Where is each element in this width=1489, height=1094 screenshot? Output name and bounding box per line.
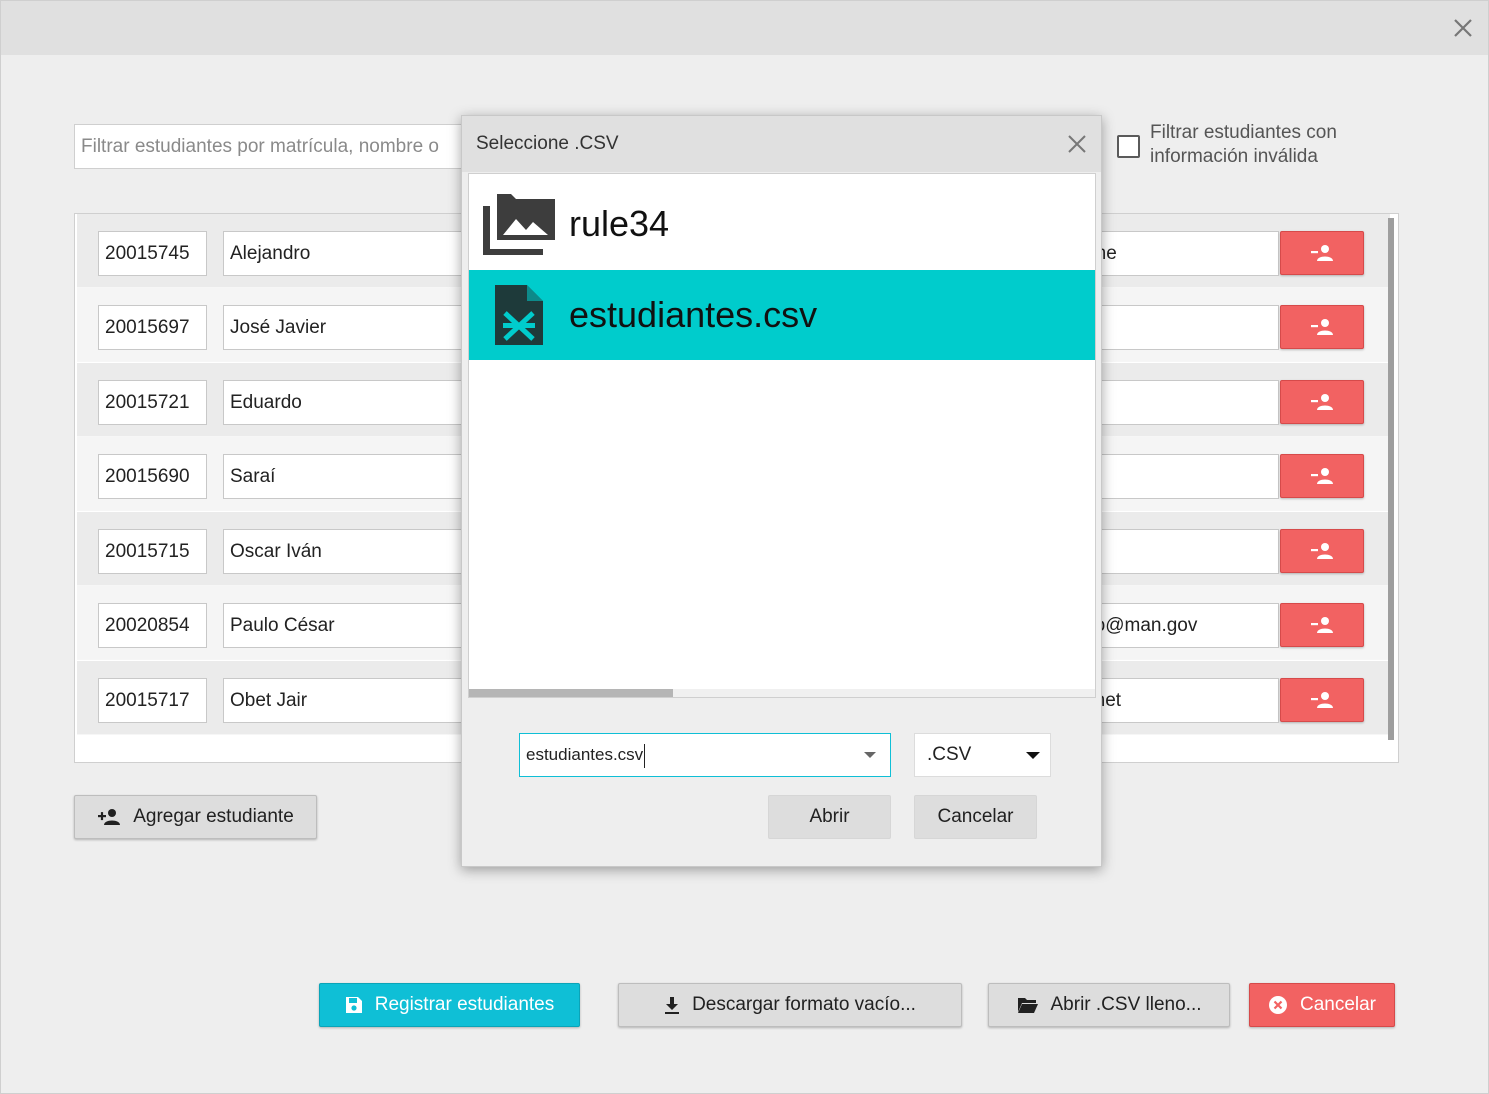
invalid-filter-label: Filtrar estudiantes con información invá…	[1150, 122, 1337, 167]
open-csv-button[interactable]: Abrir .CSV lleno...	[988, 983, 1230, 1027]
student-id-field[interactable]: 20015721	[98, 380, 207, 425]
remove-person-icon	[1311, 692, 1333, 708]
remove-student-button[interactable]	[1280, 529, 1364, 573]
invalid-filter[interactable]: Filtrar estudiantes con información invá…	[1117, 121, 1380, 169]
student-name-field[interactable]: Oscar Iván	[223, 529, 483, 574]
open-label: Abrir	[809, 806, 850, 827]
dialog-close-icon[interactable]	[1067, 134, 1087, 154]
filename-value: estudiantes.csv	[526, 745, 644, 764]
remove-person-icon	[1311, 245, 1333, 261]
student-name-field[interactable]: Eduardo	[223, 380, 483, 425]
horizontal-scrollbar[interactable]	[469, 689, 1095, 697]
remove-person-icon	[1311, 543, 1333, 559]
filename-input[interactable]: estudiantes.csv	[519, 733, 891, 777]
remove-student-button[interactable]	[1280, 380, 1364, 424]
download-template-label: Descargar formato vacío...	[692, 994, 916, 1015]
student-id-field[interactable]: 20015745	[98, 231, 207, 276]
student-id-field[interactable]: 20015717	[98, 678, 207, 723]
remove-student-button[interactable]	[1280, 454, 1364, 498]
file-chooser-dialog: Seleccione .CSV rule34 estudiantes.csv e…	[461, 115, 1102, 867]
student-id-field[interactable]: 20020854	[98, 603, 207, 648]
add-student-label: Agregar estudiante	[133, 806, 294, 827]
file-type-select[interactable]: .CSV	[914, 733, 1051, 777]
register-students-label: Registrar estudiantes	[374, 994, 555, 1015]
dialog-cancel-button[interactable]: Cancelar	[914, 795, 1037, 839]
remove-person-icon	[1311, 468, 1333, 484]
student-id-field[interactable]: 20015697	[98, 305, 207, 350]
save-icon	[345, 997, 362, 1013]
remove-student-button[interactable]	[1280, 678, 1364, 722]
dialog-title: Seleccione .CSV	[476, 133, 619, 154]
dialog-title-bar: Seleccione .CSV	[462, 116, 1101, 172]
open-button[interactable]: Abrir	[768, 795, 891, 839]
download-icon	[665, 997, 680, 1014]
student-name-field[interactable]: Saraí	[223, 454, 483, 499]
open-csv-label: Abrir .CSV lleno...	[1050, 994, 1202, 1015]
add-person-icon	[98, 809, 121, 825]
cancel-label: Cancelar	[1299, 994, 1377, 1015]
remove-student-button[interactable]	[1280, 305, 1364, 349]
student-name-field[interactable]: Paulo César	[223, 603, 483, 648]
remove-person-icon	[1311, 617, 1333, 633]
csv-file-icon	[495, 285, 543, 345]
invalid-filter-checkbox[interactable]	[1117, 135, 1140, 158]
remove-person-icon	[1311, 319, 1333, 335]
student-name-field[interactable]: Alejandro	[223, 231, 483, 276]
file-item-estudiantes[interactable]: estudiantes.csv	[469, 270, 1095, 360]
close-icon[interactable]	[1452, 17, 1474, 39]
remove-student-button[interactable]	[1280, 603, 1364, 647]
student-id-field[interactable]: 20015715	[98, 529, 207, 574]
download-template-button[interactable]: Descargar formato vacío...	[618, 983, 962, 1027]
student-name-field[interactable]: José Javier	[223, 305, 483, 350]
title-bar	[1, 1, 1488, 55]
file-type-value: .CSV	[927, 744, 972, 765]
text-caret	[644, 743, 646, 768]
cancel-button[interactable]: Cancelar	[1249, 983, 1395, 1027]
folder-open-icon	[1017, 998, 1038, 1013]
cancel-circle-icon	[1268, 996, 1287, 1014]
chevron-down-icon[interactable]	[864, 752, 876, 758]
chevron-down-icon	[1026, 752, 1040, 759]
remove-person-icon	[1311, 394, 1333, 410]
file-name: rule34	[569, 203, 670, 244]
dialog-cancel-label: Cancelar	[937, 806, 1014, 827]
vertical-scrollbar[interactable]	[1388, 218, 1394, 740]
file-name: estudiantes.csv	[569, 294, 818, 335]
remove-student-button[interactable]	[1280, 231, 1364, 275]
search-input[interactable]	[74, 124, 474, 169]
file-list: rule34 estudiantes.csv	[468, 173, 1096, 698]
student-id-field[interactable]: 20015690	[98, 454, 207, 499]
scrollbar-thumb[interactable]	[469, 689, 673, 697]
student-name-field[interactable]: Obet Jair	[223, 678, 483, 723]
file-item-rule34[interactable]: rule34	[469, 178, 1095, 270]
image-folder-icon	[483, 194, 555, 255]
register-students-button[interactable]: Registrar estudiantes	[319, 983, 580, 1027]
add-student-button[interactable]: Agregar estudiante	[74, 795, 317, 839]
